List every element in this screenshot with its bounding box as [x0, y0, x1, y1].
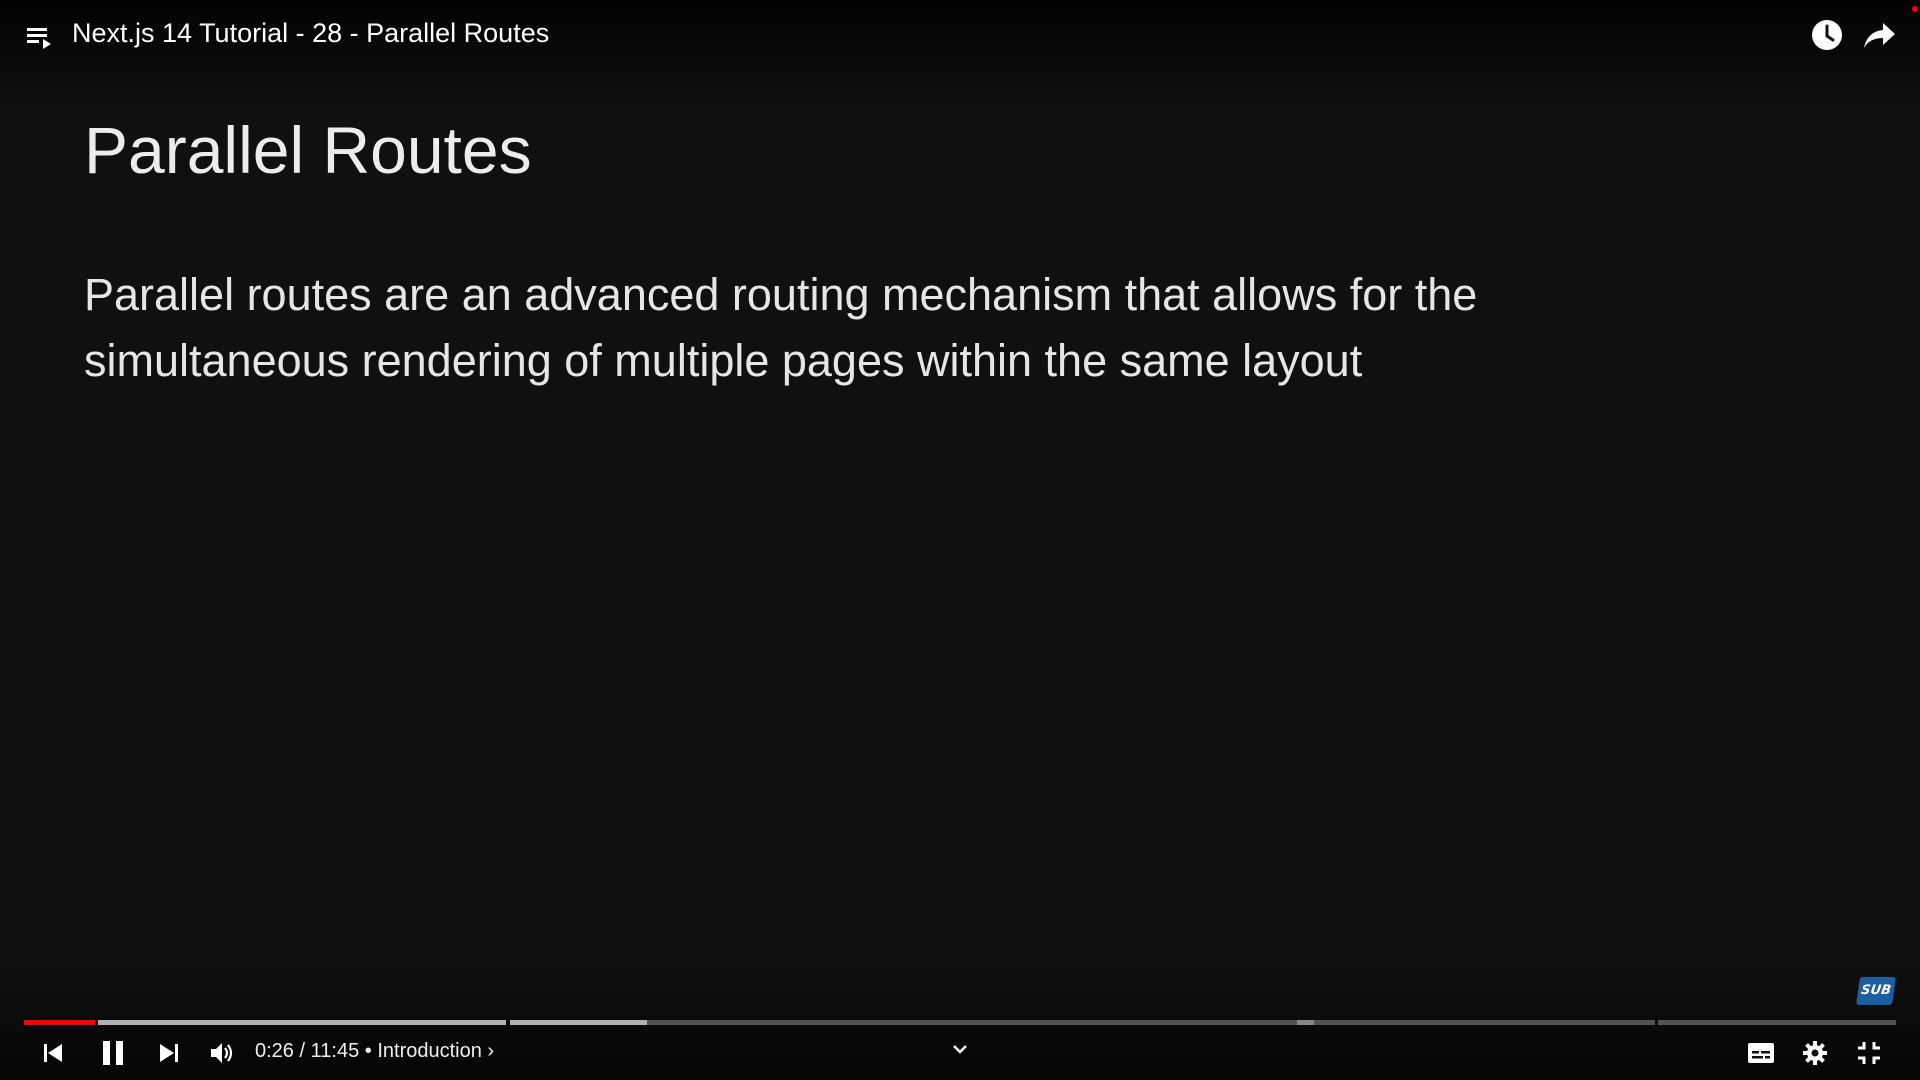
current-time: 0:26 [255, 1040, 294, 1062]
pause-icon [99, 1038, 127, 1068]
control-bar: 0:26 / 11:45 • Introduction › [0, 1030, 1920, 1080]
share-button[interactable] [1862, 18, 1902, 54]
next-icon [157, 1041, 181, 1065]
share-icon [1862, 18, 1902, 52]
video-player[interactable]: Next.js 14 Tutorial - 28 - Parallel Rout… [0, 0, 1920, 1080]
next-button[interactable] [152, 1030, 186, 1076]
previous-button[interactable] [36, 1030, 70, 1076]
subtitles-icon [1747, 1042, 1775, 1064]
top-bar: Next.js 14 Tutorial - 28 - Parallel Rout… [0, 0, 1920, 70]
playlist-button[interactable] [24, 22, 56, 54]
chapter-segment[interactable] [98, 1020, 506, 1025]
watch-later-button[interactable] [1810, 18, 1846, 54]
playlist-icon [24, 22, 56, 52]
exit-fullscreen-icon [1856, 1040, 1882, 1066]
chapter-title[interactable]: Introduction [377, 1040, 482, 1062]
slide-heading: Parallel Routes [84, 113, 532, 187]
subtitles-button[interactable] [1744, 1030, 1778, 1076]
pause-button[interactable] [96, 1030, 130, 1076]
chapter-segment[interactable] [1658, 1020, 1896, 1025]
chapter-bullet: • [364, 1040, 372, 1062]
progress-bar[interactable] [24, 1020, 1896, 1025]
time-separator: / [299, 1040, 306, 1062]
expand-button[interactable] [946, 1030, 974, 1068]
duration: 11:45 [310, 1040, 360, 1062]
clock-icon [1810, 18, 1846, 52]
exit-fullscreen-button[interactable] [1852, 1030, 1886, 1076]
slide-body-text: Parallel routes are an advanced routing … [84, 269, 1478, 386]
settings-button[interactable] [1798, 1030, 1832, 1076]
time-display: 0:26 / 11:45 • Introduction › [255, 1040, 494, 1063]
chapter-segment[interactable] [24, 1020, 95, 1025]
notification-dot [1912, 6, 1918, 12]
previous-icon [41, 1041, 65, 1065]
chevron-down-icon [951, 1042, 969, 1056]
chapter-chevron[interactable]: › [487, 1040, 494, 1062]
volume-icon [209, 1040, 235, 1066]
played-fill [24, 1020, 95, 1025]
volume-button[interactable] [205, 1030, 239, 1076]
loaded-fill [510, 1020, 647, 1025]
chapter-segment[interactable] [510, 1020, 1314, 1025]
gear-icon [1802, 1040, 1828, 1066]
loaded-fill [98, 1020, 506, 1025]
video-title[interactable]: Next.js 14 Tutorial - 28 - Parallel Rout… [72, 18, 549, 49]
chapter-segment[interactable] [1297, 1020, 1655, 1025]
subscribe-badge[interactable]: SUB [1856, 977, 1896, 1005]
